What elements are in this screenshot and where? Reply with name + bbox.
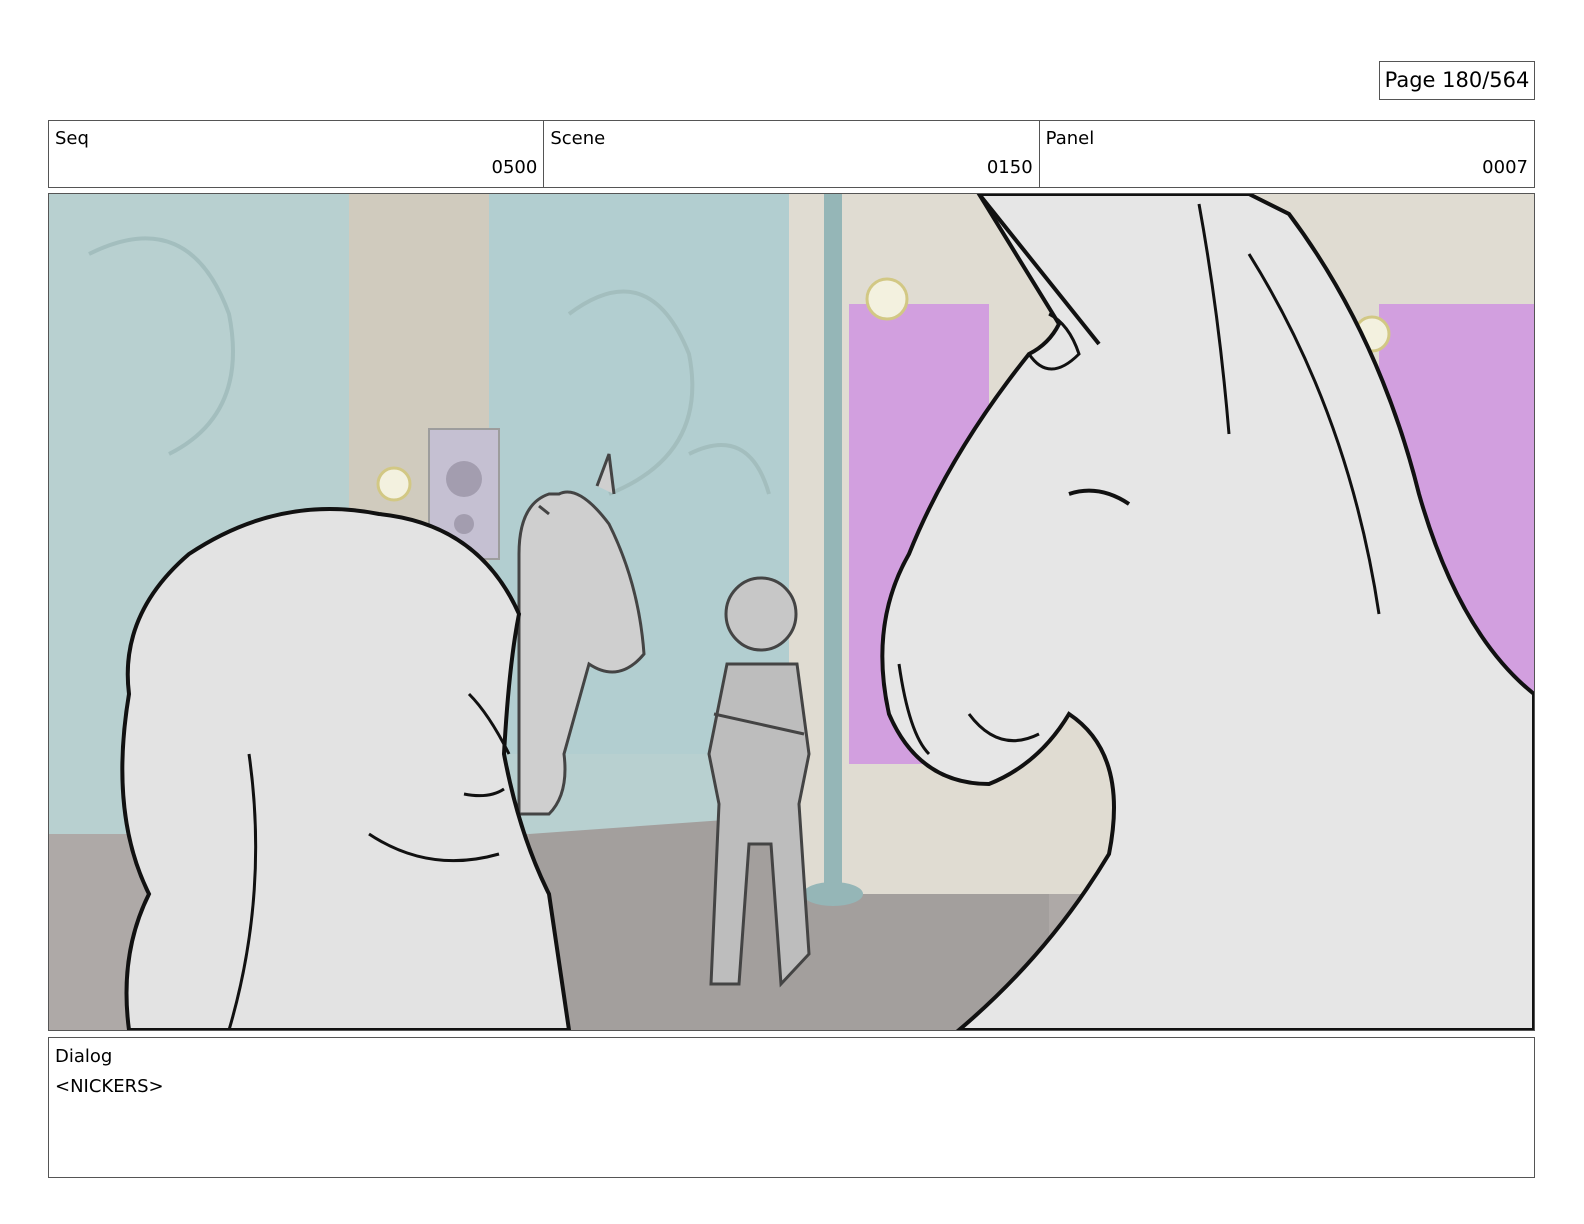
page-number: Page 180/564 [1379, 61, 1535, 100]
scene-value: 0150 [986, 157, 1033, 178]
seq-value: 0500 [491, 157, 538, 178]
storyboard-drawing [49, 194, 1534, 1030]
scene-label: Scene [550, 128, 606, 149]
seq-cell: Seq 0500 [49, 121, 545, 187]
dialog-text: <NICKERS> [55, 1076, 164, 1097]
panel-info-header: Seq 0500 Scene 0150 Panel 0007 [48, 120, 1535, 188]
panel-value: 0007 [1482, 157, 1528, 178]
dialog-box: Dialog <NICKERS> [48, 1037, 1535, 1178]
seq-label: Seq [55, 128, 89, 149]
dialog-label: Dialog [55, 1046, 113, 1067]
scene-cell: Scene 0150 [544, 121, 1040, 187]
panel-label: Panel [1045, 128, 1095, 149]
storyboard-panel [48, 193, 1535, 1031]
panel-cell: Panel 0007 [1040, 121, 1534, 187]
